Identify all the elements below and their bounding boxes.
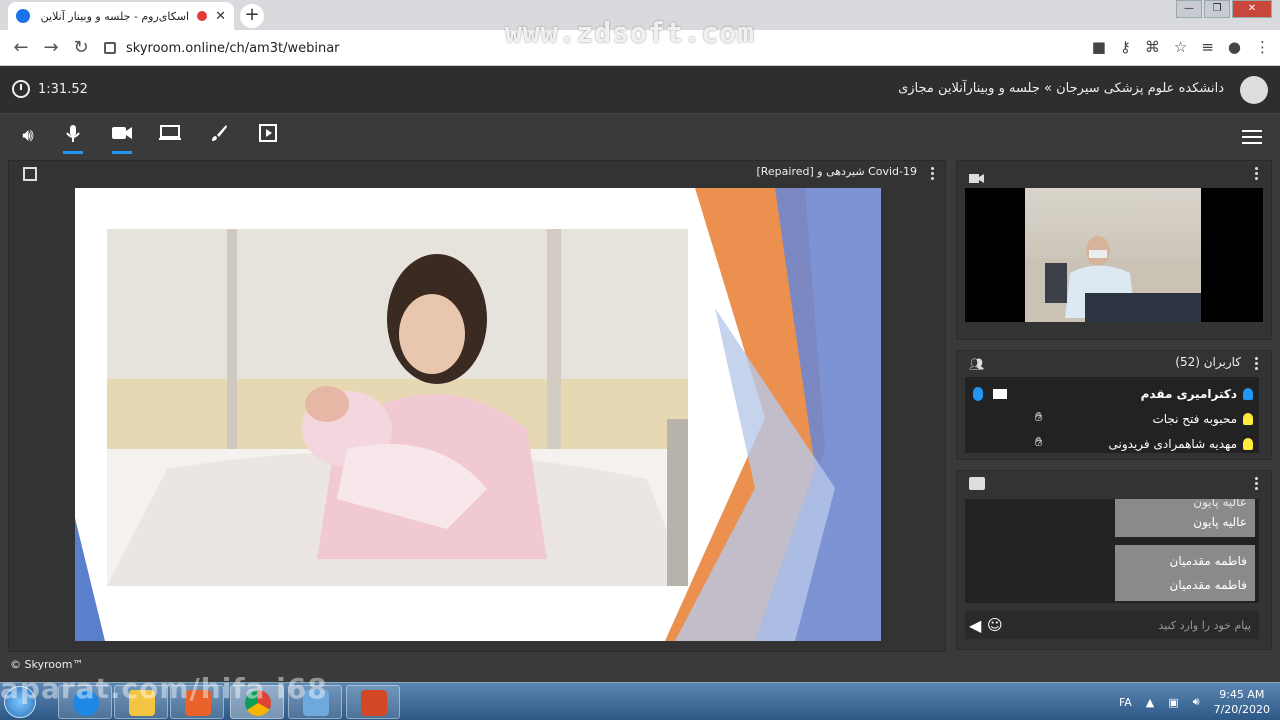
video-camera-icon — [969, 169, 985, 188]
chat-message: عالیه پایون عالیه پایون — [1115, 499, 1255, 537]
tray-arrow-icon[interactable]: ▲ — [1146, 696, 1154, 709]
taskbar-app[interactable] — [346, 685, 400, 719]
clock[interactable]: 9:45 AM 7/20/2020 — [1214, 687, 1270, 717]
chat-more-icon[interactable] — [1255, 477, 1259, 491]
whiteboard-brush-icon[interactable] — [207, 124, 231, 148]
presentation-slide — [75, 188, 881, 641]
window-controls: — ❐ ✕ — [1176, 0, 1272, 18]
presentation-more-icon[interactable] — [931, 167, 935, 181]
skyroom-footer: © Skyroom™ — [10, 658, 84, 671]
user-avatar-icon[interactable] — [1240, 76, 1268, 104]
playlist-icon[interactable]: ≡ — [1201, 38, 1214, 56]
tab-title: اسکای‌روم - جلسه و وبینار آنلاین مجازی — [38, 9, 190, 23]
video-more-icon[interactable] — [1255, 167, 1259, 181]
emoji-icon[interactable]: ☺ — [987, 616, 1005, 634]
user-name: محبوبه فتح نجات — [1152, 412, 1237, 426]
clock-icon — [12, 80, 30, 98]
camera-icon[interactable]: ■ — [1092, 38, 1106, 56]
translate-icon[interactable]: ⌘ — [1145, 38, 1160, 56]
user-name: مهدیه شاهمرادی فریدونی — [1108, 437, 1237, 451]
user-mic-icon — [973, 387, 983, 401]
guest-user-icon — [1243, 438, 1253, 450]
network-tray-icon[interactable]: ▣ — [1168, 696, 1178, 709]
chat-message-input[interactable] — [1005, 618, 1259, 632]
reload-button[interactable]: ↻ — [66, 37, 96, 58]
new-tab-button[interactable]: + — [240, 4, 264, 28]
hamburger-menu-icon[interactable] — [1242, 130, 1262, 144]
aparat-watermark: aparat.com/hifa i68 — [0, 672, 328, 705]
user-list-item[interactable]: مهدیه شاهمرادی فریدونی ✋︎ — [973, 433, 1253, 453]
raise-hand-icon: ✋︎ — [1035, 435, 1043, 450]
app-toolbar: 🔊︎ — [0, 114, 1280, 158]
mother-baby-photo — [107, 229, 688, 586]
user-list-item[interactable]: دکترامیری مقدم — [973, 383, 1253, 405]
presentation-title: Covid-19 شیردهی و [Repaired] — [756, 165, 917, 178]
chat-input-bar: ◀ ☺ — [965, 611, 1259, 639]
chat-bubble-icon — [969, 477, 985, 490]
camera-toggle-icon[interactable] — [110, 124, 134, 154]
tab-close-button[interactable]: ✕ — [215, 9, 226, 24]
lock-icon — [104, 42, 116, 54]
volume-icon[interactable]: 🔊︎ — [1193, 695, 1200, 709]
user-list: دکترامیری مقدم محبوبه فتح نجات ✋︎ مهدیه … — [965, 377, 1259, 453]
user-name: دکترامیری مقدم — [1140, 387, 1237, 401]
back-button[interactable]: ← — [6, 37, 36, 58]
watermark-text: www.zdsoft.com — [505, 16, 756, 49]
session-timer: 1:31.52 — [12, 80, 88, 98]
minimize-button[interactable]: — — [1176, 0, 1202, 18]
media-play-icon[interactable] — [256, 124, 280, 148]
powerpoint-icon — [361, 690, 387, 716]
microphone-icon[interactable] — [61, 124, 85, 154]
users-panel: 👥︎ کاربران (52) دکترامیری مقدم محبوبه فت… — [956, 350, 1272, 460]
screen-share-icon[interactable] — [158, 124, 182, 148]
system-tray: FA ▲ ▣ 🔊︎ 9:45 AM 7/20/2020 — [1119, 687, 1270, 717]
users-header: کاربران (52) — [1175, 355, 1241, 369]
recording-icon — [197, 11, 208, 21]
host-user-icon — [1243, 388, 1253, 400]
user-camera-icon — [993, 389, 1007, 399]
users-group-icon: 👥︎ — [969, 357, 985, 371]
timer-value: 1:31.52 — [38, 81, 88, 97]
browser-tab[interactable]: اسکای‌روم - جلسه و وبینار آنلاین مجازی ✕ — [8, 2, 234, 30]
window-close-button[interactable]: ✕ — [1232, 0, 1272, 18]
profile-icon[interactable]: ● — [1228, 38, 1241, 56]
url-text: skyroom.online/ch/am3t/webinar — [126, 40, 340, 56]
guest-user-icon — [1243, 413, 1253, 425]
star-icon[interactable]: ☆ — [1174, 38, 1187, 56]
presenter-video — [965, 188, 1263, 322]
forward-button[interactable]: → — [36, 37, 66, 58]
app-header: 1:31.52 دانشکده علوم پزشکی سیرجان » جلسه… — [0, 66, 1280, 114]
chat-messages: عالیه پایون عالیه پایون فاطمه مقدمیان فا… — [965, 499, 1259, 603]
speaker-icon[interactable]: 🔊︎ — [16, 124, 40, 148]
room-title: دانشکده علوم پزشکی سیرجان » جلسه و وبینا… — [898, 81, 1224, 96]
key-icon[interactable]: ⚷ — [1120, 38, 1131, 56]
presentation-panel: Covid-19 شیردهی و [Repaired] — [8, 160, 946, 652]
chat-message: فاطمه مقدمیان فاطمه مقدمیان — [1115, 545, 1255, 601]
panel-toggle-icon[interactable] — [23, 167, 37, 181]
users-more-icon[interactable] — [1255, 357, 1259, 371]
presenter-video-feed — [1025, 188, 1201, 322]
language-indicator[interactable]: FA — [1119, 696, 1132, 709]
raise-hand-icon: ✋︎ — [1035, 410, 1043, 425]
restore-button[interactable]: ❐ — [1204, 0, 1230, 18]
user-list-item[interactable]: محبوبه فتح نجات ✋︎ — [973, 408, 1253, 430]
more-icon[interactable]: ⋮ — [1255, 38, 1270, 56]
chat-panel: عالیه پایون عالیه پایون فاطمه مقدمیان فا… — [956, 470, 1272, 650]
send-icon[interactable]: ◀ — [969, 616, 987, 635]
browser-actions: ■ ⚷ ⌘ ☆ ≡ ● ⋮ — [1092, 38, 1270, 56]
video-panel — [956, 160, 1272, 340]
skyroom-favicon-icon — [16, 9, 30, 23]
